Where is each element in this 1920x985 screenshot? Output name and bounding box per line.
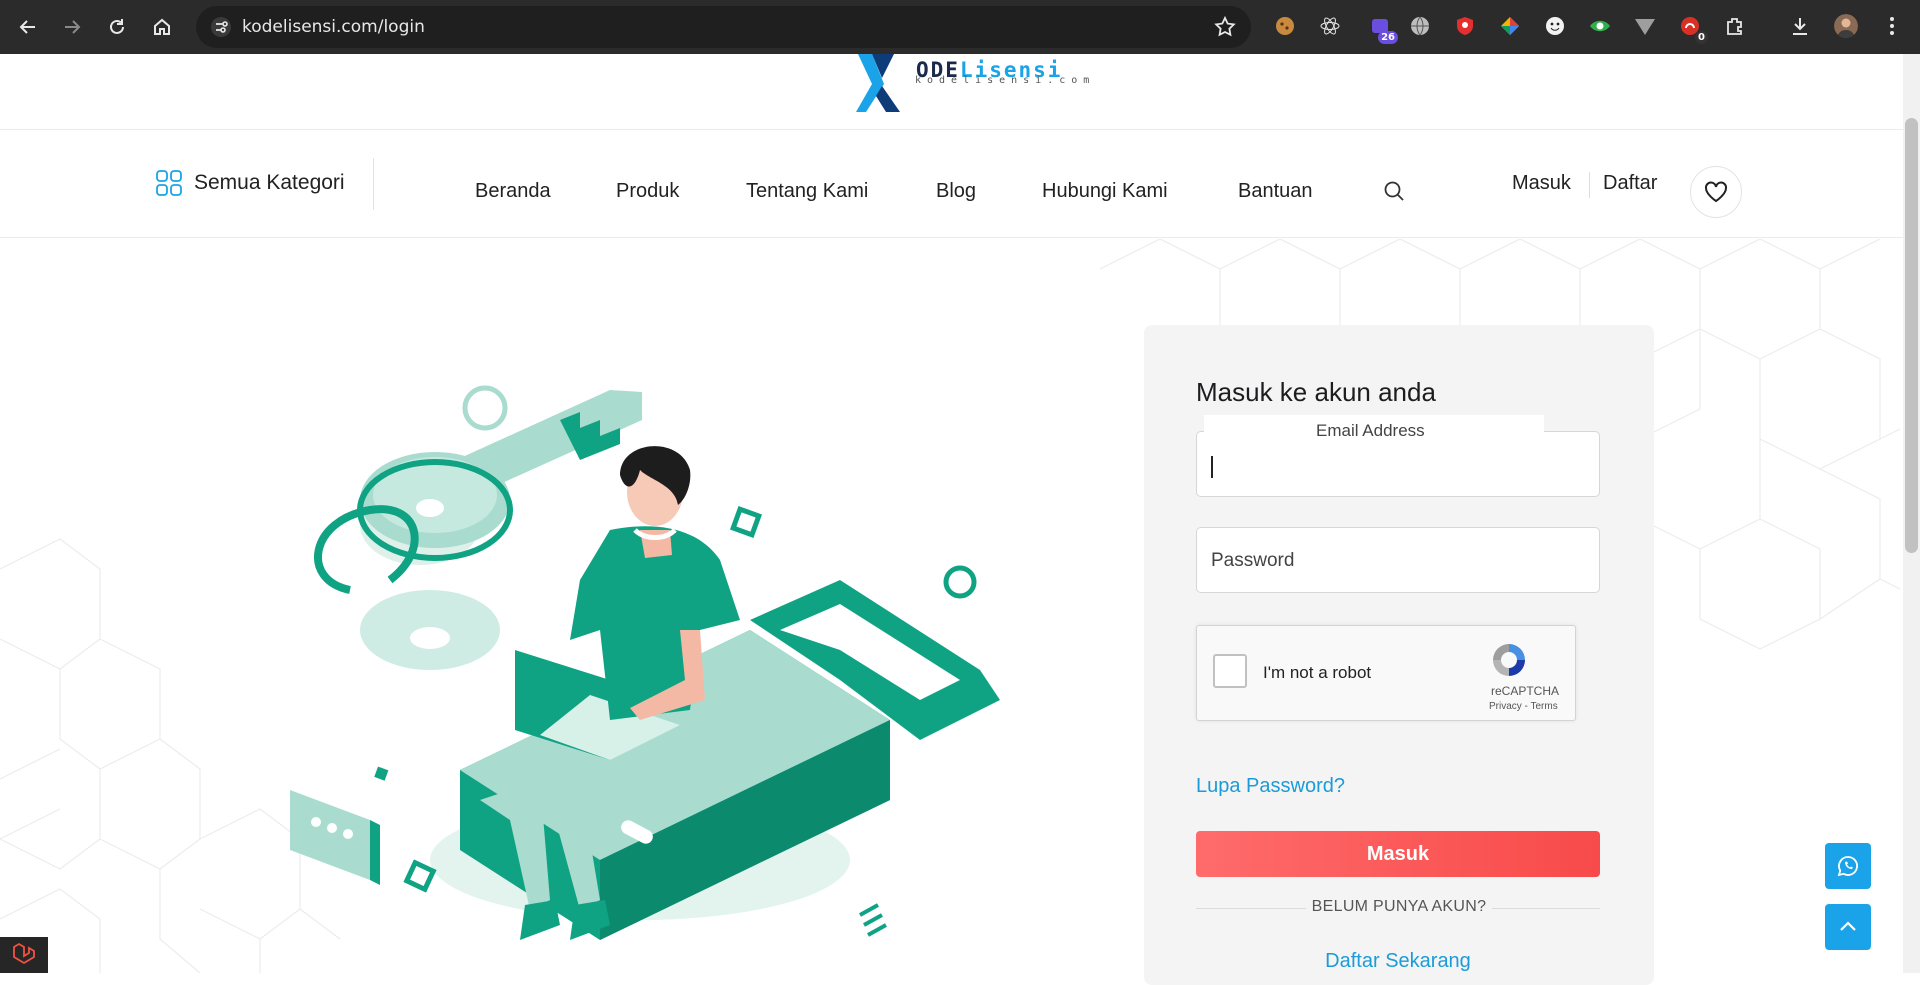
recaptcha-logo-icon — [1493, 644, 1525, 676]
auth-divider — [1589, 172, 1590, 198]
logo-subtitle: kodelisensi.com — [915, 75, 1096, 86]
scrollbar-thumb[interactable] — [1905, 118, 1918, 553]
laravel-debugbar-button[interactable] — [0, 937, 48, 973]
shield-extension-icon[interactable] — [1453, 14, 1477, 38]
email-label: Email Address — [1316, 421, 1425, 440]
wishlist-button[interactable] — [1690, 166, 1742, 218]
heart-icon — [1705, 181, 1727, 203]
recaptcha-brand: reCAPTCHA — [1491, 684, 1560, 698]
arrow-up-icon — [1840, 921, 1856, 931]
color-picker-extension-icon[interactable] — [1498, 14, 1522, 38]
profile-avatar-icon[interactable] — [1834, 14, 1858, 38]
tasks-extension-icon[interactable]: 26 — [1368, 14, 1398, 44]
tasks-badge: 26 — [1378, 31, 1398, 44]
login-illustration — [290, 385, 1000, 940]
register-link[interactable]: Daftar — [1603, 172, 1657, 195]
nav-link-hubungi-kami[interactable]: Hubungi Kami — [1042, 180, 1168, 203]
download-icon[interactable] — [1788, 14, 1812, 38]
cookie-extension-icon[interactable] — [1273, 14, 1297, 38]
site-info-icon[interactable] — [210, 16, 232, 38]
nav-link-bantuan[interactable]: Bantuan — [1238, 180, 1313, 203]
forgot-password-link[interactable]: Lupa Password? — [1196, 775, 1345, 798]
eye-extension-icon[interactable] — [1588, 14, 1612, 38]
nav-link-beranda[interactable]: Beranda — [475, 180, 551, 203]
kodelisensi-logo-icon[interactable] — [852, 54, 922, 112]
smiley-extension-icon[interactable] — [1543, 14, 1567, 38]
all-categories-button[interactable]: Semua Kategori — [156, 170, 345, 196]
nav-link-tentang-kami[interactable]: Tentang Kami — [746, 180, 868, 203]
nav-link-produk[interactable]: Produk — [616, 180, 679, 203]
password-placeholder: Password — [1211, 550, 1295, 571]
text-caret — [1211, 456, 1213, 478]
back-to-top-button[interactable] — [1825, 904, 1871, 950]
home-icon[interactable] — [148, 13, 176, 41]
url-text[interactable]: kodelisensi.com/login — [242, 17, 425, 37]
login-submit-button[interactable]: Masuk — [1196, 831, 1600, 877]
recaptcha-checkbox[interactable] — [1213, 654, 1247, 688]
login-title: Masuk ke akun anda — [1196, 377, 1436, 407]
address-bar[interactable]: kodelisensi.com/login — [196, 6, 1251, 48]
nav-divider — [373, 158, 374, 210]
recaptcha-terms-links[interactable]: Privacy - Terms — [1489, 701, 1558, 712]
browser-toolbar: kodelisensi.com/login 26 0 — [0, 0, 1920, 54]
password-field[interactable]: Password — [1196, 527, 1600, 593]
main-navigation: Semua Kategori Beranda Produk Tentang Ka… — [0, 130, 1903, 238]
globe-extension-icon[interactable] — [1408, 14, 1432, 38]
category-grid-icon — [156, 170, 182, 196]
bookmark-star-icon[interactable] — [1213, 15, 1237, 39]
divider-line-right — [1492, 908, 1600, 909]
menu-icon[interactable] — [1880, 14, 1904, 38]
vue-devtools-icon[interactable] — [1633, 14, 1657, 38]
all-categories-label: Semua Kategori — [194, 171, 345, 194]
reload-icon[interactable] — [103, 13, 131, 41]
whatsapp-icon — [1837, 856, 1858, 877]
whatsapp-button[interactable] — [1825, 843, 1871, 889]
divider-line-left — [1196, 908, 1306, 909]
login-link[interactable]: Masuk — [1512, 172, 1571, 195]
logo-header: ODELisensi kodelisensi.com — [0, 54, 1903, 130]
notification-extension-icon[interactable]: 0 — [1678, 14, 1708, 44]
notifications-badge: 0 — [1695, 31, 1708, 44]
login-card: Masuk ke akun anda Email Address Passwor… — [1144, 325, 1654, 985]
register-now-link[interactable]: Daftar Sekarang — [1196, 950, 1600, 973]
extensions-icon[interactable] — [1723, 14, 1747, 38]
nav-link-blog[interactable]: Blog — [936, 180, 976, 203]
recaptcha-label: I'm not a robot — [1263, 663, 1372, 682]
back-icon[interactable] — [14, 13, 42, 41]
no-account-text: BELUM PUNYA AKUN? — [1311, 898, 1487, 915]
recaptcha-widget: I'm not a robot reCAPTCHA Privacy - Term… — [1196, 625, 1576, 721]
react-devtools-icon[interactable] — [1318, 14, 1342, 38]
laravel-icon — [13, 942, 35, 965]
forward-icon[interactable] — [58, 13, 86, 41]
search-icon[interactable] — [1383, 180, 1405, 202]
